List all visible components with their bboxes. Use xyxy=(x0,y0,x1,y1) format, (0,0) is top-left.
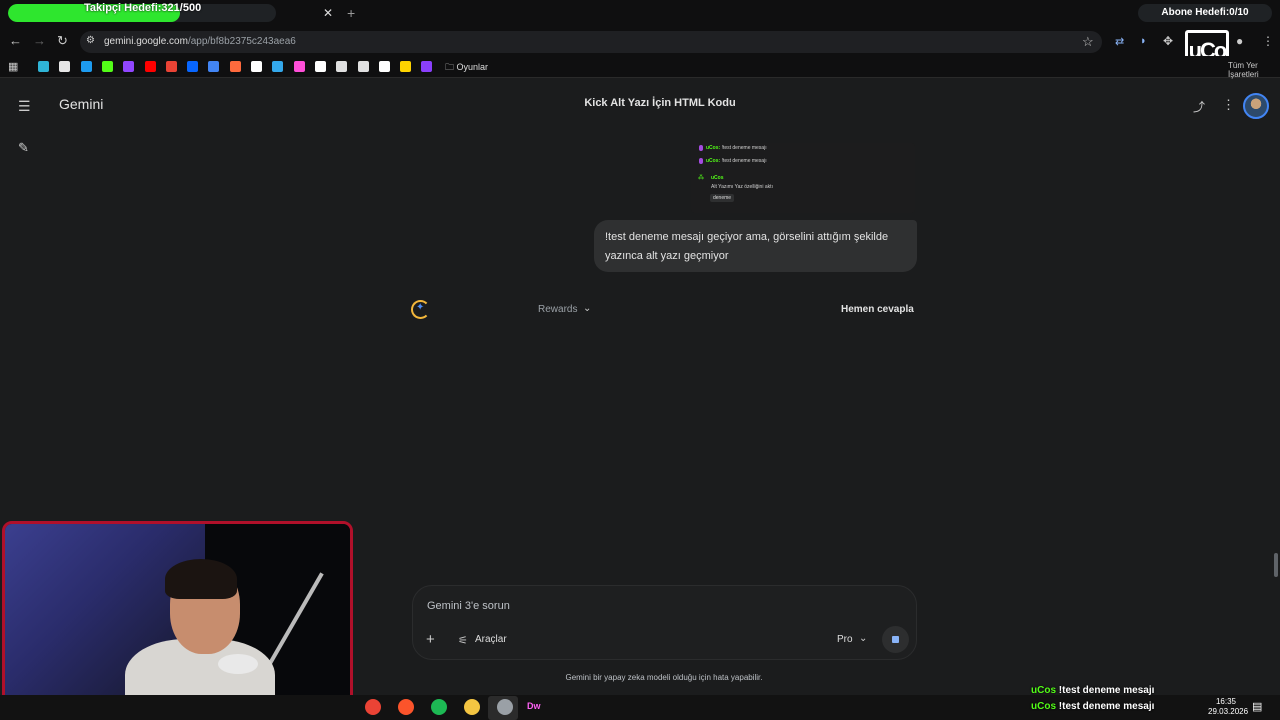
avatar[interactable] xyxy=(1243,93,1269,119)
bookmark-favicon-icon[interactable] xyxy=(336,61,348,72)
follower-goal-label: Takipçi Hedefi:321/500 xyxy=(84,2,202,14)
notification-icon[interactable]: ▤ xyxy=(1252,700,1262,713)
bookmark-favicon-icon[interactable] xyxy=(400,61,412,72)
all-bookmarks[interactable]: Tüm Yer İşaretleri xyxy=(1228,61,1280,79)
bookmark-favicon-icon[interactable] xyxy=(144,61,156,72)
gemini-spark-icon: ✦ xyxy=(416,302,425,313)
bookmark-favicon-icon[interactable] xyxy=(272,61,284,72)
attached-image[interactable] xyxy=(691,143,915,213)
answer-now-button[interactable]: Hemen cevapla xyxy=(841,304,914,315)
bookmark-favicon-icon[interactable] xyxy=(187,61,199,72)
bookmark-favicon-icon[interactable] xyxy=(378,61,390,72)
overlay-chat-line-2: uCos !test deneme mesajı xyxy=(1031,701,1155,712)
prompt-input[interactable]: Gemini 3'e sorun xyxy=(427,600,510,612)
reload-icon[interactable]: ↻ xyxy=(57,33,68,49)
url-host: gemini.google.com xyxy=(104,36,188,47)
bookmark-favicon-icon[interactable] xyxy=(123,61,135,72)
close-tab-icon[interactable]: ✕ xyxy=(323,6,333,20)
tools-icon[interactable]: ⚟ xyxy=(458,634,468,647)
taskbar-app-icon[interactable] xyxy=(431,699,447,715)
bookmark-folder[interactable]: 🗀 Oyunlar xyxy=(445,60,488,76)
taskbar-app-icon[interactable] xyxy=(464,699,480,715)
browser-menu-icon[interactable]: ⋮ xyxy=(1262,34,1274,48)
chat-title: Kick Alt Yazı İçin HTML Kodu xyxy=(584,97,736,109)
share-icon[interactable]: ⤴ xyxy=(1193,98,1205,115)
apps-grid-icon[interactable]: ▦ xyxy=(8,60,18,73)
model-selector[interactable]: Pro xyxy=(837,634,853,645)
bookmark-favicon-icon[interactable] xyxy=(101,61,113,72)
bookmark-favicon-icon[interactable] xyxy=(165,61,177,72)
attached-alert-value: deneme xyxy=(710,194,735,202)
bookmark-favicon-icon[interactable] xyxy=(314,61,326,72)
bookmark-favicon-icon[interactable] xyxy=(80,61,92,72)
attached-alert-text: Alt Yazımı Yaz özelliğini aktı xyxy=(711,184,773,190)
prompt-input-box[interactable] xyxy=(412,585,917,660)
profile-icon[interactable]: ● xyxy=(1236,34,1243,48)
add-icon[interactable]: + xyxy=(426,631,435,648)
attached-chat-line-2: uCos: !test deneme mesajı xyxy=(706,158,767,164)
extensions-icon[interactable]: ✥ xyxy=(1163,34,1173,48)
badge-icon xyxy=(699,145,703,151)
kick-icon: ⁂ xyxy=(698,175,704,181)
taskbar-app-icon[interactable] xyxy=(398,699,414,715)
bookmark-favicon-icon[interactable] xyxy=(251,61,262,72)
microphone xyxy=(218,654,258,674)
translate-icon[interactable]: ⇄ xyxy=(1115,35,1124,48)
chevron-down-icon[interactable]: ⌄ xyxy=(859,633,867,644)
bookmark-favicon-icon[interactable] xyxy=(208,61,220,72)
attached-alert-user: uCos xyxy=(711,175,724,181)
tools-button[interactable]: Araçlar xyxy=(475,634,507,645)
url-path: /app/bf8b2375c243aea6 xyxy=(187,36,296,47)
url-text[interactable]: gemini.google.com/app/bf8b2375c243aea6 xyxy=(104,36,296,47)
streamer-hair xyxy=(165,559,237,599)
taskbar-app-icon[interactable] xyxy=(365,699,381,715)
dreamweaver-icon[interactable]: Dw xyxy=(527,701,541,711)
thinking-status[interactable]: Rewards xyxy=(538,304,577,315)
chevron-down-icon[interactable]: ⌄ xyxy=(583,303,591,314)
new-tab-button[interactable]: + xyxy=(347,5,355,21)
user-message-text: !test deneme mesajı geçiyor ama, görseli… xyxy=(605,231,889,262)
site-info-icon[interactable]: ⚙ xyxy=(86,35,95,46)
back-icon[interactable]: ← xyxy=(9,33,22,48)
bookmark-favicon-icon[interactable] xyxy=(293,61,305,72)
system-clock[interactable]: 16:35 29.03.2026 xyxy=(1208,697,1249,717)
new-chat-icon[interactable]: ✎ xyxy=(18,140,29,156)
read-aloud-icon[interactable]: ◗ xyxy=(1140,35,1147,47)
subscriber-goal-label: Abone Hedefi:0/10 xyxy=(1138,4,1272,22)
clock-date: 29.03.2026 xyxy=(1208,707,1249,716)
forward-icon[interactable]: → xyxy=(33,33,46,48)
attached-chat-line-1: uCos: !test deneme mesajı xyxy=(706,145,767,151)
more-options-icon[interactable]: ⋮ xyxy=(1222,97,1235,113)
bookmark-favicon-icon[interactable] xyxy=(357,61,369,72)
badge-icon xyxy=(699,158,703,164)
clock-time: 16:35 xyxy=(1215,697,1237,706)
bookmark-folder-label: Oyunlar xyxy=(456,62,489,72)
scrollbar[interactable] xyxy=(1274,553,1278,577)
bookmark-favicon-icon[interactable] xyxy=(38,61,49,72)
stop-icon xyxy=(892,636,899,643)
bookmark-favicon-icon[interactable] xyxy=(59,61,71,72)
bookmark-star-icon[interactable]: ☆ xyxy=(1082,34,1094,50)
webcam-overlay xyxy=(2,521,353,718)
bookmark-favicon-icon[interactable] xyxy=(229,61,241,72)
taskbar-app-icon[interactable] xyxy=(497,699,513,715)
overlay-chat-line-1: uCos !test deneme mesajı xyxy=(1031,685,1155,696)
bookmark-favicon-icon[interactable] xyxy=(421,61,433,72)
